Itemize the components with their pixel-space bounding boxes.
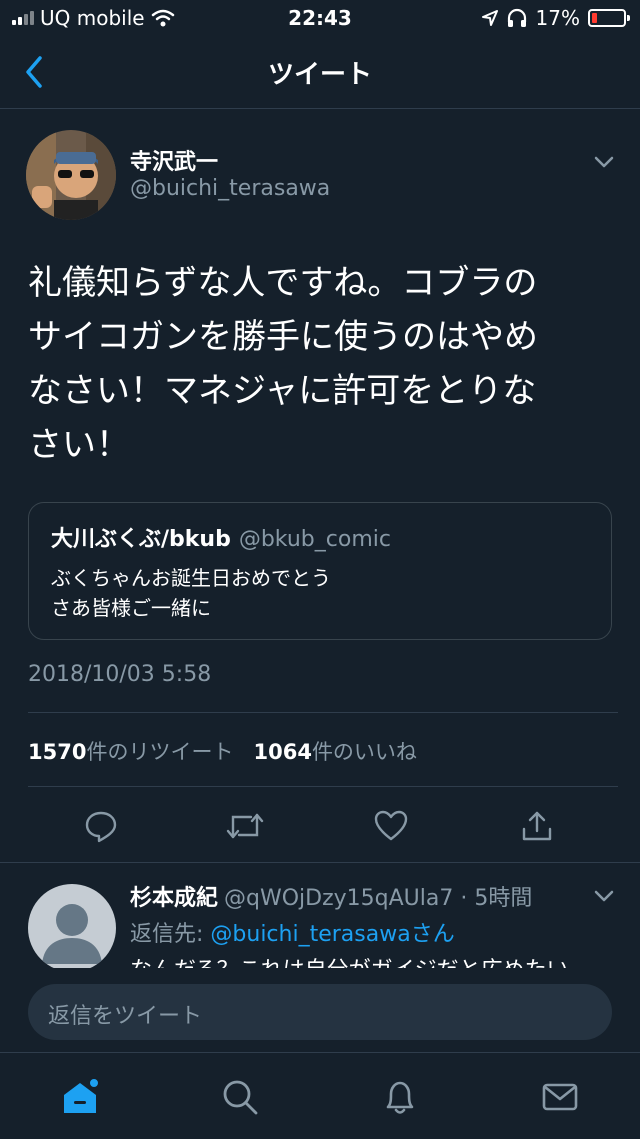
- compose-placeholder: 返信をツイート: [48, 1004, 203, 1029]
- status-right: 17%: [481, 6, 630, 30]
- tweet-text-line: さい！: [28, 425, 130, 465]
- retweet-count: 1570: [28, 740, 87, 764]
- tab-search[interactable]: [218, 1075, 262, 1119]
- quoted-text-line: さあ皆様ご一緒に: [51, 596, 211, 620]
- page-title: ツイート: [267, 60, 372, 90]
- share-icon: [522, 811, 552, 841]
- tweet-text-line: 礼儀知らずな人ですね。コブラの: [28, 263, 538, 303]
- reply-to-suffix: さん: [410, 922, 455, 947]
- like-count: 1064: [253, 740, 312, 764]
- divider: [28, 786, 618, 787]
- home-icon: [64, 1077, 100, 1113]
- reply-compose-field[interactable]: 返信をツイート: [28, 984, 612, 1040]
- location-icon: [481, 10, 498, 26]
- tab-home[interactable]: [58, 1075, 102, 1119]
- battery-icon: [588, 9, 630, 27]
- retweet-label: 件のリツイート: [86, 740, 234, 764]
- default-avatar-icon: [42, 904, 102, 964]
- quoted-author-name: 大川ぶくぶ/bkub: [51, 527, 231, 552]
- notifications-icon: [386, 1081, 414, 1114]
- retweet-icon: [226, 813, 264, 839]
- search-icon: [223, 1080, 258, 1115]
- nav-bar: ツイート: [0, 36, 640, 109]
- author-handle[interactable]: @buichi_terasawa: [130, 176, 330, 201]
- status-bar: UQ mobile 22:43 17%: [0, 0, 640, 36]
- quoted-text: ぶくちゃんお誕生日おめでとう さあ皆様ご一緒に: [51, 563, 331, 623]
- quoted-author: 大川ぶくぶ/bkub @bkub_comic: [51, 521, 391, 553]
- heart-icon: [374, 810, 408, 841]
- reply-header: 杉本成紀 @qWOjDzy15qAUla7 · 5時間: [130, 880, 532, 912]
- retweet-button[interactable]: [220, 802, 270, 850]
- like-button[interactable]: [366, 802, 416, 850]
- reply-icon: [85, 811, 117, 843]
- like-stat[interactable]: 1064件のいいね: [253, 740, 416, 764]
- tweet-text-line: サイコガンを勝手に使うのはやめ: [28, 317, 538, 357]
- quoted-text-line: ぶくちゃんお誕生日おめでとう: [51, 566, 331, 590]
- quoted-author-handle: @bkub_comic: [238, 527, 391, 552]
- reply-to-handle[interactable]: @buichi_terasawa: [210, 922, 410, 947]
- tab-notifications[interactable]: [378, 1075, 422, 1119]
- reply-author-name[interactable]: 杉本成紀: [130, 886, 218, 911]
- tweet-actions: [0, 802, 640, 850]
- reply-to-label: 返信先:: [130, 922, 211, 947]
- reply-author-handle[interactable]: @qWOjDzy15qAUla7 · 5時間: [224, 886, 532, 911]
- share-button[interactable]: [512, 802, 562, 850]
- reply-button[interactable]: [76, 802, 126, 850]
- divider: [0, 862, 640, 863]
- reply-to: 返信先: @buichi_terasawaさん: [130, 916, 455, 948]
- tweet-text: 礼儀知らずな人ですね。コブラの サイコガンを勝手に使うのはやめ なさい！マネジャ…: [28, 256, 608, 472]
- author-avatar-image: [26, 130, 116, 220]
- tab-messages[interactable]: [538, 1075, 582, 1119]
- tweet-stats: 1570件のリツイート 1064件のいいね: [28, 736, 417, 766]
- chevron-down-icon[interactable]: [592, 886, 616, 906]
- quoted-tweet[interactable]: 大川ぶくぶ/bkub @bkub_comic ぶくちゃんお誕生日おめでとう さあ皆…: [28, 502, 612, 640]
- headphones-icon: [507, 8, 526, 27]
- messages-icon: [542, 1083, 578, 1111]
- tweet-text-line: なさい！マネジャに許可をとりな: [28, 371, 537, 411]
- battery-percent: 17%: [535, 6, 580, 30]
- chevron-down-icon[interactable]: [592, 152, 616, 172]
- tab-bar: [0, 1052, 640, 1139]
- author-avatar[interactable]: [26, 130, 116, 220]
- like-label: 件のいいね: [311, 740, 417, 764]
- tweet-datetime: 2018/10/03 5:58: [28, 662, 212, 687]
- reply-avatar[interactable]: [28, 884, 116, 972]
- author-name[interactable]: 寺沢武一: [130, 144, 218, 176]
- divider: [28, 712, 618, 713]
- retweet-stat[interactable]: 1570件のリツイート: [28, 740, 233, 764]
